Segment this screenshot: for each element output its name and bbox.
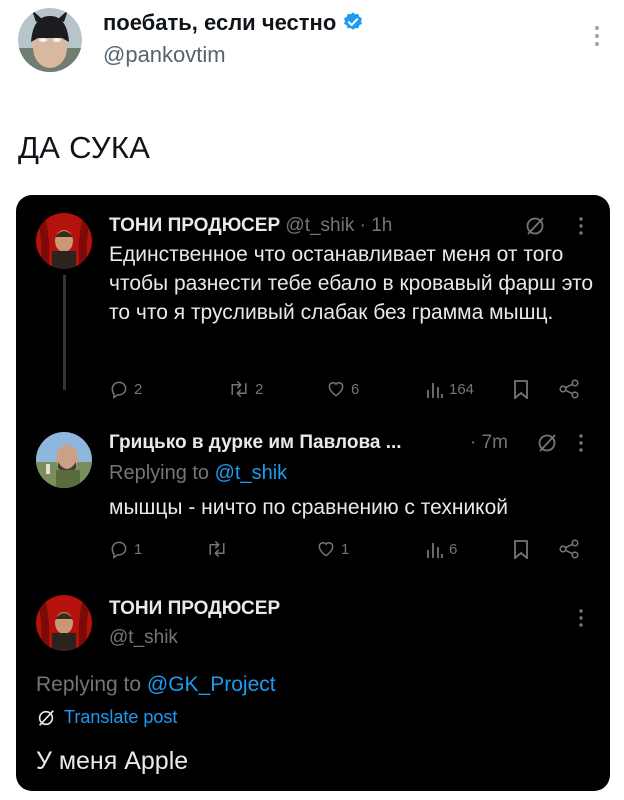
like-count: 6	[351, 380, 360, 398]
tweet-header: ТОНИ ПРОДЮСЕР @t_shik · 1h	[109, 215, 392, 237]
replying-prefix: Replying to	[109, 462, 210, 484]
more-options-icon[interactable]	[590, 22, 604, 50]
tweet-text: У меня Apple	[36, 747, 189, 775]
reply-count: 1	[134, 540, 143, 558]
reply-count: 2	[134, 380, 143, 398]
tweet-header: ТОНИ ПРОДЮСЕР	[109, 598, 280, 620]
repost-icon	[228, 379, 250, 399]
translate-icon	[36, 708, 56, 728]
replying-to-link[interactable]: @GK_Project	[147, 673, 276, 696]
view-count: 164	[449, 380, 475, 398]
handle[interactable]: @pankovtim	[103, 42, 226, 68]
verified-badge-icon	[344, 12, 363, 30]
replying-to: Replying to @t_shik	[109, 462, 287, 485]
translate-post-label[interactable]: Translate post	[64, 707, 177, 728]
repost-button[interactable]	[206, 539, 233, 559]
quoted-thread-card[interactable]: ТОНИ ПРОДЮСЕР @t_shik · 1h Единственное …	[16, 195, 610, 791]
more-options-icon[interactable]	[576, 215, 586, 242]
author-name[interactable]: Грицько в дурке им Павлова ...	[109, 432, 402, 453]
bookmark-icon[interactable]	[512, 379, 530, 404]
timestamp[interactable]: · 1h	[360, 215, 393, 236]
tweet-text: мышцы - ничто по сравнению с техникой	[109, 496, 509, 519]
like-button[interactable]: 1	[316, 539, 349, 559]
reply-icon	[109, 379, 129, 399]
like-button[interactable]: 6	[326, 379, 359, 399]
author-handle[interactable]: @t_shik	[285, 215, 354, 236]
reply-button[interactable]: 1	[109, 539, 142, 559]
translate-post-button[interactable]: Translate post	[36, 707, 177, 728]
reply-button[interactable]: 2	[109, 379, 142, 399]
bar-chart-icon	[426, 379, 444, 399]
display-name-text[interactable]: поебать, если честно	[103, 10, 336, 35]
thread-line	[63, 275, 66, 390]
bar-chart-icon	[426, 539, 444, 559]
like-count: 1	[341, 540, 350, 558]
heart-icon	[316, 539, 336, 559]
author-handle[interactable]: @t_shik	[109, 627, 178, 649]
repost-count: 2	[255, 380, 264, 398]
heart-icon	[326, 379, 346, 399]
replying-prefix: Replying to	[36, 673, 142, 696]
grok-icon[interactable]	[524, 215, 546, 242]
avatar[interactable]	[36, 432, 92, 488]
views-button[interactable]: 164	[426, 379, 474, 399]
tweet-text: Единственное что останавливает меня от т…	[109, 243, 594, 324]
tweet-header: Грицько в дурке им Павлова ...	[109, 432, 402, 454]
share-icon[interactable]	[558, 539, 580, 564]
views-button[interactable]: 6	[426, 539, 457, 559]
share-icon[interactable]	[558, 379, 580, 404]
repost-button[interactable]: 2	[228, 379, 263, 399]
avatar[interactable]	[36, 213, 92, 269]
repost-icon	[206, 539, 228, 559]
display-name[interactable]: поебать, если честно	[103, 10, 364, 36]
timestamp[interactable]: · 7m	[470, 432, 508, 454]
grok-icon[interactable]	[536, 432, 558, 459]
avatar[interactable]	[36, 595, 92, 651]
post-text: ДА СУКА	[18, 130, 151, 165]
replying-to-link[interactable]: @t_shik	[215, 462, 288, 484]
view-count: 6	[449, 540, 458, 558]
author-name[interactable]: ТОНИ ПРОДЮСЕР	[109, 598, 280, 619]
more-options-icon[interactable]	[576, 432, 586, 459]
author-name[interactable]: ТОНИ ПРОДЮСЕР	[109, 215, 280, 236]
avatar[interactable]	[18, 8, 82, 72]
replying-to: Replying to @GK_Project	[36, 673, 276, 697]
bookmark-icon[interactable]	[512, 539, 530, 564]
reply-icon	[109, 539, 129, 559]
more-options-icon[interactable]	[576, 607, 586, 634]
